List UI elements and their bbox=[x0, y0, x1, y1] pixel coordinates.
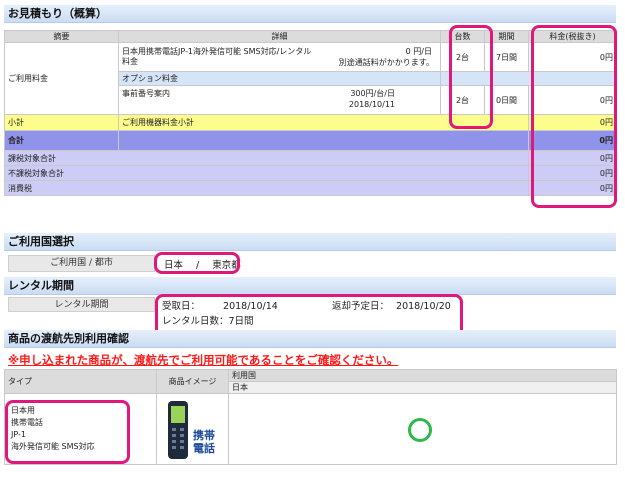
header-units: 台数 bbox=[440, 30, 485, 43]
item1-name: 日本用携帯電話JP-1海外発信可能 SMS対応/レンタル料金 bbox=[122, 47, 312, 66]
city-name: 東京都 bbox=[212, 260, 241, 271]
tax-fee-consumption: 0円 bbox=[528, 180, 617, 196]
tax-row: 不課税対象合計 0円 bbox=[4, 165, 617, 181]
pickup-date: 2018/10/14 bbox=[223, 301, 278, 312]
item1-units: 2台 bbox=[440, 42, 485, 72]
product-row: 日本用 携帯電話 JP-1 海外発信可能 SMS対応 bbox=[4, 393, 617, 465]
item2-price: 300円/台/日 bbox=[350, 89, 395, 98]
usage-fee-label: ご利用料金 bbox=[4, 42, 119, 115]
pickup-label: 受取日： bbox=[162, 301, 201, 312]
destination-table: タイプ 商品イメージ 利用国 日本 日本用 携帯電話 JP-1 海外発信可能 S… bbox=[4, 369, 617, 465]
tax-label-consumption: 消費税 bbox=[4, 180, 529, 196]
tax-fee-nontaxable: 0円 bbox=[528, 165, 617, 181]
destination-section-title: 商品の渡航先別利用確認 bbox=[4, 330, 616, 348]
subtotal-desc: ご利用機器料金小計 bbox=[118, 114, 529, 131]
header-type: タイプ bbox=[4, 369, 157, 394]
item2-fee: 0円 bbox=[528, 85, 617, 115]
destination-warning: ※申し込まれた商品が、渡航先でご利用可能であることをご確認ください。 bbox=[8, 353, 399, 367]
country-separator: / bbox=[196, 260, 200, 271]
tax-row: 課税対象合計 0円 bbox=[4, 150, 617, 166]
item1-fee: 0円 bbox=[528, 42, 617, 72]
return-date: 2018/10/20 bbox=[396, 301, 451, 312]
subtotal-fee: 0円 bbox=[528, 114, 617, 131]
phone-image: 携帯 電話 bbox=[164, 399, 224, 461]
estimate-section-title: お見積もり（概算） bbox=[4, 5, 616, 23]
header-fee: 料金(税抜き) bbox=[528, 30, 617, 43]
tax-label-taxable: 課税対象合計 bbox=[4, 150, 529, 166]
subtotal-label: 小計 bbox=[4, 114, 119, 131]
item1-price: 0 円/日 bbox=[405, 47, 432, 56]
header-japan: 日本 bbox=[228, 381, 617, 394]
country-label: ご利用国 / 都市 bbox=[8, 255, 155, 272]
item1-note: 別途通話料がかかります。 bbox=[338, 58, 434, 67]
rental-label: レンタル期間 bbox=[8, 297, 155, 312]
tax-fee-taxable: 0円 bbox=[528, 150, 617, 166]
total-row: 合計 0円 bbox=[4, 130, 617, 151]
header-period: 期間 bbox=[484, 30, 529, 43]
header-image: 商品イメージ bbox=[156, 369, 229, 394]
header-countries: 利用国 bbox=[228, 369, 617, 382]
option-label: オプション料金 bbox=[118, 71, 441, 86]
rental-days: レンタル日数：7日間 bbox=[162, 316, 254, 327]
item2-units: 2台 bbox=[440, 85, 485, 115]
country-name: 日本 bbox=[164, 260, 184, 271]
phone-caption: 携帯 電話 bbox=[193, 429, 215, 455]
item2-date: 2018/10/11 bbox=[348, 100, 395, 109]
available-circle-icon bbox=[408, 418, 432, 442]
header-detail: 詳細 bbox=[118, 30, 441, 43]
estimate-header-row: 摘要 詳細 台数 期間 料金(税抜き) bbox=[4, 30, 617, 43]
rental-section-title: レンタル期間 bbox=[4, 277, 616, 295]
item1-period: 7日間 bbox=[484, 42, 529, 72]
header-summary: 摘要 bbox=[4, 30, 119, 43]
return-label: 返却予定日： bbox=[332, 301, 390, 312]
country-value: 日本 / 東京都 bbox=[164, 257, 241, 271]
tax-label-nontaxable: 不課税対象合計 bbox=[4, 165, 529, 181]
table-row: ご利用料金 日本用携帯電話JP-1海外発信可能 SMS対応/レンタル料金 0 円… bbox=[4, 42, 617, 115]
item2-period: 0日間 bbox=[484, 85, 529, 115]
total-fee: 0円 bbox=[528, 130, 617, 151]
country-section-title: ご利用国選択 bbox=[4, 233, 616, 251]
estimate-table: 摘要 詳細 台数 期間 料金(税抜き) ご利用料金 日本用携帯電話JP-1海外発… bbox=[4, 30, 617, 196]
tax-row: 消費税 0円 bbox=[4, 180, 617, 196]
item2-name: 事前番号案内 bbox=[122, 89, 170, 98]
total-label: 合計 bbox=[4, 130, 119, 151]
subtotal-row: 小計 ご利用機器料金小計 0円 bbox=[4, 114, 617, 131]
product-type: 日本用 携帯電話 JP-1 海外発信可能 SMS対応 bbox=[4, 393, 157, 465]
